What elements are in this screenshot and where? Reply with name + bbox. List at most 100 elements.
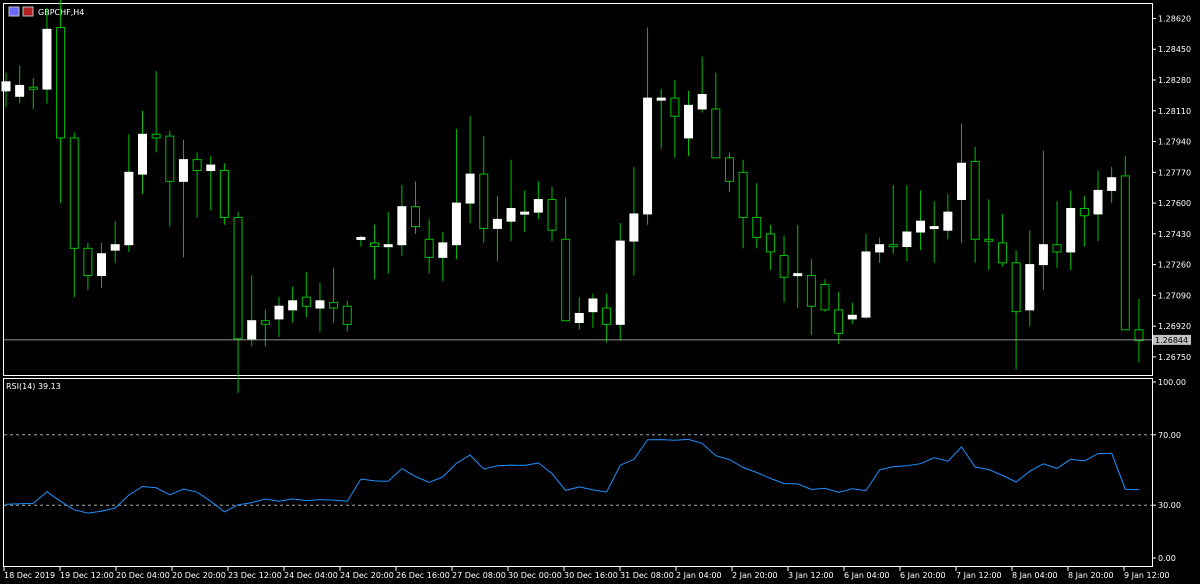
candle-body — [847, 314, 857, 320]
candle-body — [465, 173, 475, 204]
candle-body — [970, 160, 980, 240]
time-tick-label: 18 Dec 2019 — [4, 571, 55, 580]
price-tick-label: 1.28280 — [1158, 76, 1191, 85]
candle-body — [643, 97, 653, 215]
candle-body — [165, 135, 175, 182]
candle-body — [984, 238, 994, 242]
candle-body — [274, 305, 284, 320]
time-tick-label: 8 Jan 20:00 — [1068, 571, 1114, 580]
candle-body — [820, 284, 830, 311]
price-tick-label: 1.27260 — [1158, 261, 1191, 270]
candle-body — [629, 213, 639, 242]
candle-body — [902, 231, 912, 248]
candle-body — [738, 171, 748, 219]
candle-body — [588, 298, 598, 313]
price-tick-label: 1.28620 — [1158, 14, 1191, 23]
candle-body — [356, 236, 366, 240]
candle-body — [329, 302, 339, 309]
candle-body — [779, 255, 789, 278]
time-tick-label: 20 Dec 04:00 — [116, 571, 170, 580]
candle-body — [479, 173, 489, 229]
time-tick-label: 7 Jan 12:00 — [956, 571, 1002, 580]
time-tick-label: 30 Dec 16:00 — [564, 571, 618, 580]
candle-body — [533, 198, 543, 213]
candle-body — [1120, 175, 1130, 331]
time-tick-label: 6 Jan 04:00 — [844, 571, 890, 580]
time-tick-label: 23 Dec 12:00 — [228, 571, 282, 580]
candle-body — [861, 251, 871, 318]
candle-body — [424, 238, 434, 258]
price-tick-label: 1.26920 — [1158, 322, 1191, 331]
candle-body — [247, 320, 257, 340]
symbol-title-text: GBPCHF,H4 — [38, 8, 84, 17]
candle-body — [451, 202, 461, 246]
time-tick-label: 30 Dec 00:00 — [508, 571, 562, 580]
candle-body — [315, 300, 325, 309]
candle-body — [492, 218, 502, 229]
candle-body — [724, 157, 734, 182]
candle-body — [192, 159, 202, 171]
candle-body — [69, 137, 79, 249]
candle-body — [397, 206, 407, 246]
time-tick-label: 20 Dec 20:00 — [172, 571, 226, 580]
candle-body — [301, 296, 311, 307]
time-tick-label: 6 Jan 20:00 — [900, 571, 946, 580]
candle-body — [1107, 177, 1117, 191]
candle-body — [411, 206, 420, 228]
candle-body — [42, 28, 52, 90]
candle-body — [1025, 264, 1035, 311]
candle-body — [15, 84, 25, 97]
candle-body — [97, 253, 107, 276]
candle-body — [1011, 262, 1021, 313]
candle-body — [219, 169, 229, 219]
candle-body — [233, 217, 243, 340]
candle-body — [383, 244, 393, 248]
candle-body — [943, 211, 953, 231]
candle-body — [83, 247, 93, 276]
candle-body — [151, 133, 161, 139]
time-tick-label: 2 Jan 20:00 — [732, 571, 778, 580]
candle-body — [929, 226, 939, 230]
candle-body — [697, 93, 707, 110]
candle-body — [997, 242, 1007, 264]
candle-body — [1093, 189, 1103, 215]
candle-body — [574, 312, 584, 324]
candle-body — [670, 97, 680, 117]
candle-body — [888, 244, 898, 248]
candle-body — [957, 162, 966, 200]
candle-body — [765, 233, 775, 253]
price-tick-label: 1.28110 — [1158, 107, 1191, 116]
price-tick-label: 1.27090 — [1158, 291, 1191, 300]
candle-body — [547, 198, 557, 231]
candle-body — [1066, 208, 1076, 253]
chart-flag-icon — [22, 6, 34, 17]
candle-body — [806, 274, 816, 307]
candle-body — [260, 320, 270, 325]
time-tick-label: 24 Dec 20:00 — [340, 571, 394, 580]
price-tick-label: 1.27600 — [1158, 199, 1191, 208]
candle-body — [1, 81, 11, 92]
candle-body — [206, 164, 216, 171]
rsi-pane[interactable] — [3, 378, 1153, 567]
time-tick-label: 8 Jan 04:00 — [1012, 571, 1058, 580]
candle-body — [916, 220, 926, 233]
current-price-text: 1.26844 — [1155, 336, 1188, 345]
candle-body — [56, 27, 66, 139]
candle-body — [1052, 244, 1062, 253]
price-tick-label: 1.27430 — [1158, 230, 1191, 239]
time-tick-label: 27 Dec 08:00 — [452, 571, 506, 580]
chart-canvas[interactable]: GBPCHF,H4 1.28620 1.28450 1.28280 1.28110 1.… — [0, 0, 1200, 584]
price-tick-label: 1.27770 — [1158, 168, 1191, 177]
candle-body — [602, 307, 612, 325]
time-tick-label: 24 Dec 04:00 — [284, 571, 338, 580]
candle-body — [561, 238, 571, 322]
candle-body — [711, 108, 721, 159]
price-tick-label: 1.28450 — [1158, 45, 1191, 54]
time-tick-label: 9 Jan 12:00 — [1124, 571, 1170, 580]
price-tick-label: 1.27940 — [1158, 138, 1191, 147]
time-tick-label: 3 Jan 12:00 — [788, 571, 834, 580]
candle-body — [288, 300, 298, 311]
candle-body — [615, 240, 625, 325]
time-tick-label: 31 Dec 08:00 — [620, 571, 674, 580]
candle-body — [370, 242, 380, 248]
